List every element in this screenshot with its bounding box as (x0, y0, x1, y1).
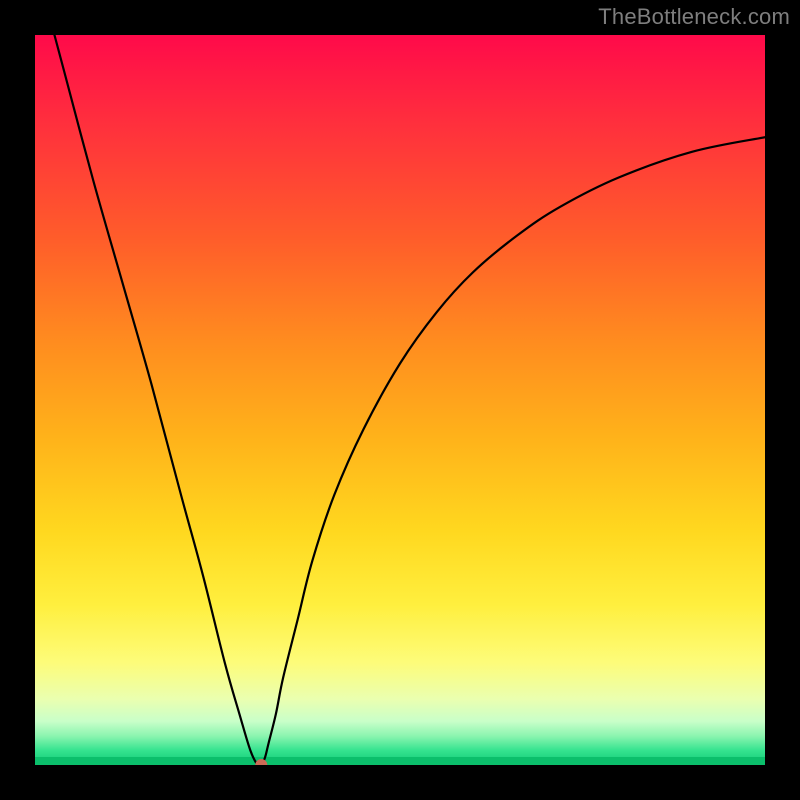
minimum-dot-icon (255, 759, 267, 765)
plot-area (35, 35, 765, 765)
bottleneck-curve (35, 35, 765, 765)
watermark-label: TheBottleneck.com (598, 4, 790, 30)
curve-layer (35, 35, 765, 765)
chart-container: TheBottleneck.com (0, 0, 800, 800)
